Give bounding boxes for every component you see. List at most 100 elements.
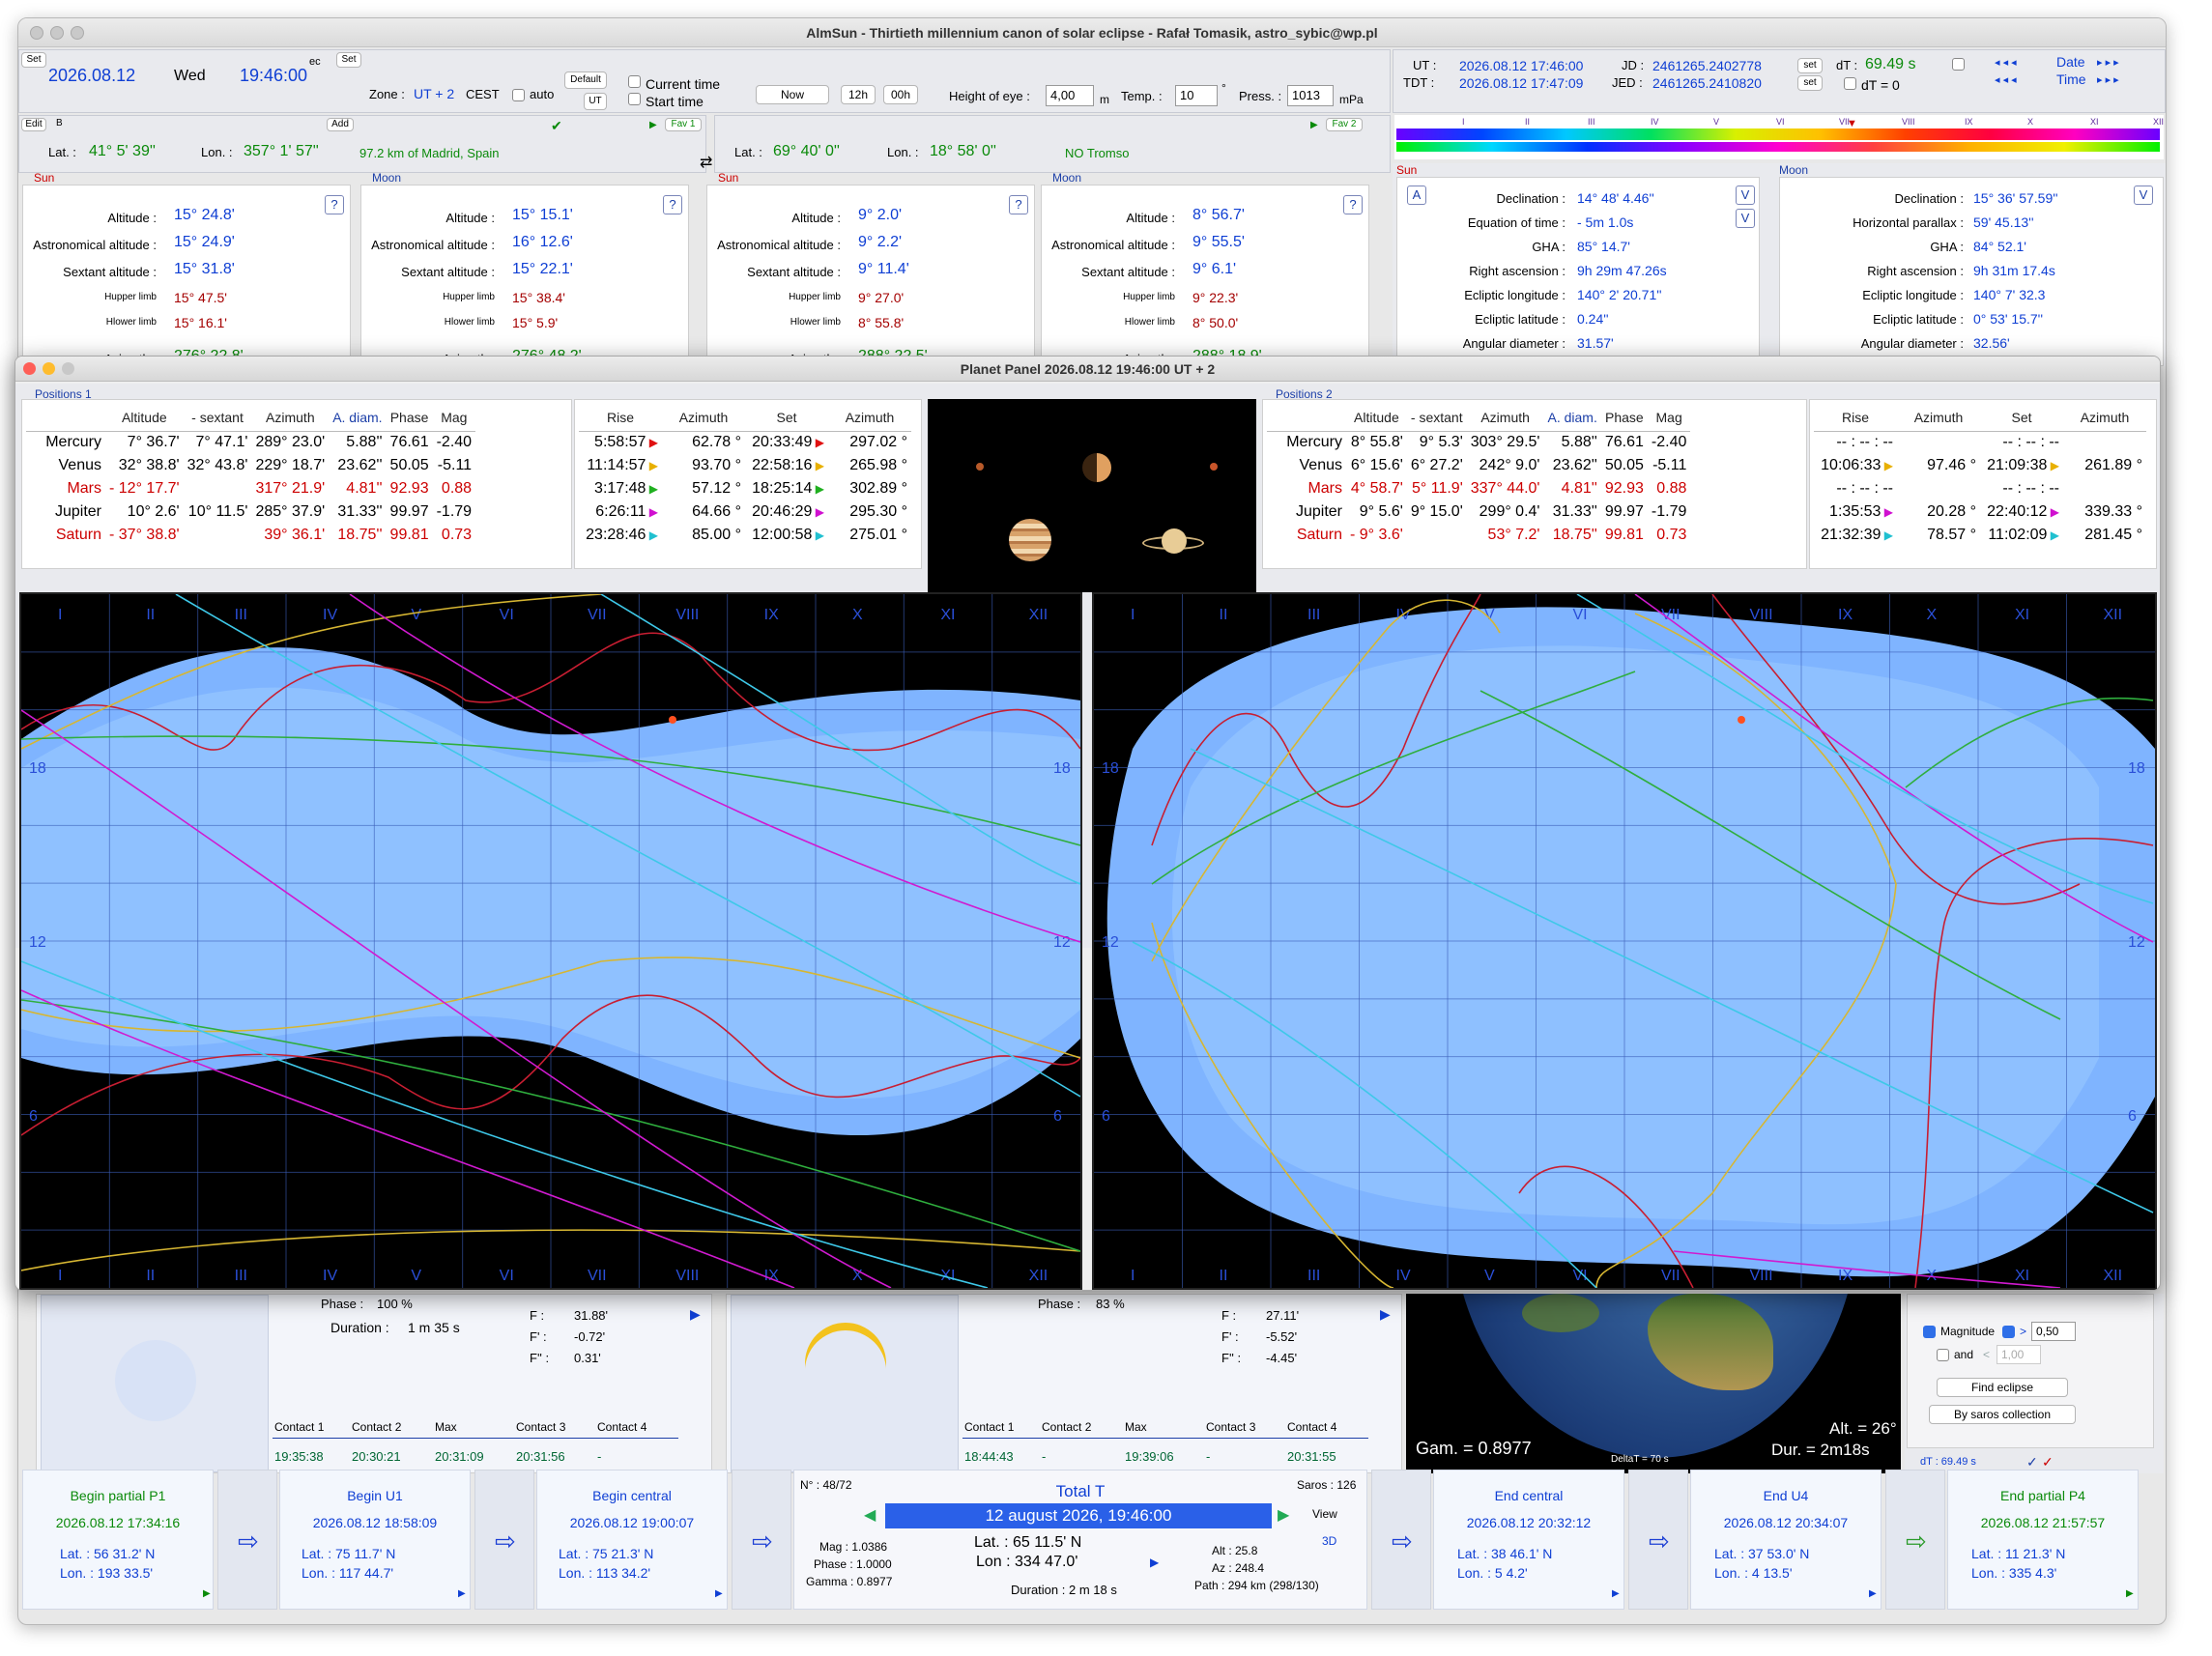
planet-plot-2[interactable]: I I II II III III IV IV V V VI VI VII VII VIII VIII IX IX… (1092, 592, 2157, 1290)
sun-a-button[interactable]: A (1407, 186, 1426, 205)
contact-time[interactable]: 19:35:38 (274, 1449, 324, 1464)
press-input[interactable]: 1013 (1287, 85, 1334, 106)
zoom-button[interactable] (71, 26, 84, 40)
go-arrow-icon[interactable]: ⇨ (752, 1527, 773, 1556)
go-arrow-icon[interactable]: ⇨ (1906, 1527, 1927, 1556)
contact-time[interactable]: 20:30:21 (352, 1449, 401, 1464)
rise-set-row[interactable]: 6:26:11 ▶ 64.66 ° 20:46:29 ▶ 295.30 ° (579, 500, 911, 524)
arrow-cell[interactable]: ⇨ (732, 1470, 791, 1610)
magnitude-checkbox[interactable] (1923, 1326, 1936, 1338)
planet-row[interactable]: Jupiter 10° 2.6' 10° 11.5' 285° 37.9' 31.33'… (26, 500, 475, 524)
globe-view[interactable]: Gam. = 0.8977 Alt. = 26° Dur. = 2m18s De… (1406, 1294, 1901, 1473)
sun-v-button-2[interactable]: V (1736, 209, 1755, 228)
and-input[interactable]: 1,00 (1997, 1345, 2041, 1364)
add-location-button[interactable]: Add (327, 118, 354, 131)
lon-value[interactable]: 357° 1' 57'' (244, 143, 319, 160)
next-icon-2[interactable]: ▶ (1380, 1306, 1391, 1323)
play-icon[interactable]: ▶ (458, 1588, 466, 1599)
contact-time[interactable]: - (1042, 1449, 1046, 1464)
planet-row[interactable]: Mercury 7° 36.7' 7° 47.1' 289° 23.0' 5.88'' 7… (26, 431, 475, 454)
arrow-cell[interactable]: ⇨ (474, 1470, 534, 1610)
window-controls[interactable] (30, 26, 84, 40)
lat-value[interactable]: 41° 5' 39'' (89, 143, 156, 160)
eclipse-date[interactable]: 12 august 2026, 19:46:00 (885, 1503, 1272, 1528)
00h-button[interactable]: 00h (883, 85, 918, 104)
go-arrow-icon[interactable]: ⇨ (1392, 1527, 1413, 1556)
contact-time[interactable]: 20:31:56 (516, 1449, 565, 1464)
lon-value-2[interactable]: 18° 58' 0'' (930, 143, 996, 160)
find-eclipse-button[interactable]: Find eclipse (1937, 1378, 2068, 1397)
rise-set-row[interactable]: 10:06:33 ▶ 97.46 ° 21:09:38 ▶ 261.89 ° (1814, 454, 2146, 477)
end-u4-cell[interactable]: End U4 2026.08.12 20:34:07 Lat. : 37 53.… (1690, 1470, 1882, 1610)
saros-collection-button[interactable]: By saros collection (1929, 1405, 2076, 1424)
begin-u1-cell[interactable]: Begin U1 2026.08.12 18:58:09 Lat. : 75 1… (279, 1470, 471, 1610)
play-icon[interactable]: ▶ (1150, 1556, 1159, 1569)
date-forward-arrows[interactable]: ▸ ▸ ▸ (2097, 56, 2119, 69)
3d-button[interactable]: 3D (1322, 1534, 1336, 1548)
zone-value[interactable]: UT + 2 (414, 86, 454, 101)
next-icon[interactable]: ▶ (690, 1306, 701, 1323)
now-button[interactable]: Now (756, 85, 829, 104)
arrow-cell[interactable]: ⇨ (1628, 1470, 1688, 1610)
set-jd-button[interactable]: set (1797, 58, 1823, 73)
minimize-button[interactable] (43, 362, 55, 375)
close-button[interactable] (30, 26, 43, 40)
ut-button[interactable]: UT (584, 93, 607, 110)
view-button[interactable]: View (1312, 1507, 1337, 1521)
fav2-button[interactable]: Fav 2 (1326, 118, 1363, 131)
help-button[interactable]: ? (1343, 195, 1363, 214)
go-arrow-icon[interactable]: ⇨ (1649, 1527, 1670, 1556)
end-partial-cell[interactable]: End partial P4 2026.08.12 21:57:57 Lat. … (1947, 1470, 2139, 1610)
play-icon-2[interactable]: ▶ (1310, 120, 1318, 130)
edit-location-button[interactable]: Edit (21, 118, 46, 131)
contact-time[interactable]: - (1206, 1449, 1210, 1464)
play-icon[interactable]: ▶ (649, 120, 657, 130)
start-time-checkbox[interactable] (628, 93, 641, 105)
play-icon[interactable]: ▶ (1869, 1588, 1877, 1599)
dt-zero-checkbox[interactable] (1844, 77, 1856, 90)
contact-time[interactable]: 19:39:06 (1125, 1449, 1174, 1464)
height-of-eye-input[interactable]: 4,00 (1046, 85, 1094, 106)
arrow-cell[interactable]: ⇨ (217, 1470, 277, 1610)
minimize-button[interactable] (50, 26, 64, 40)
go-arrow-icon[interactable]: ⇨ (495, 1527, 516, 1556)
auto-checkbox[interactable] (512, 89, 525, 101)
begin-central-cell[interactable]: Begin central 2026.08.12 19:00:07 Lat. :… (536, 1470, 728, 1610)
contact-time[interactable]: 20:31:09 (435, 1449, 484, 1464)
planet-row[interactable]: Jupiter 9° 5.6' 9° 15.0' 299° 0.4' 31.33'' 99… (1267, 500, 1690, 524)
close-button[interactable] (23, 362, 36, 375)
date-value[interactable]: 2026.08.12 (48, 66, 135, 86)
prev-arrow-icon[interactable]: ◀ (864, 1505, 876, 1525)
default-button[interactable]: Default (564, 71, 607, 89)
rise-set-row[interactable]: 23:28:46 ▶ 85.00 ° 12:00:58 ▶ 275.01 ° (579, 524, 911, 547)
end-central-cell[interactable]: End central 2026.08.12 20:32:12 Lat. : 3… (1433, 1470, 1624, 1610)
planet-row[interactable]: Mars - 12° 17.7' 317° 21.9' 4.81'' 92.93 0.88 (26, 477, 475, 500)
contact-time[interactable]: - (597, 1449, 601, 1464)
play-icon[interactable]: ▶ (203, 1588, 211, 1599)
temp-input[interactable]: 10 (1175, 85, 1218, 106)
rise-set-row[interactable]: 3:17:48 ▶ 57.12 ° 18:25:14 ▶ 302.89 ° (579, 477, 911, 500)
play-icon[interactable]: ▶ (2126, 1588, 2134, 1599)
arrow-cell[interactable]: ⇨ (1885, 1470, 1945, 1610)
time-value[interactable]: 19:46:00 (240, 66, 307, 86)
go-arrow-icon[interactable]: ⇨ (238, 1527, 259, 1556)
zoom-button[interactable] (62, 362, 74, 375)
begin-partial-cell[interactable]: Begin partial P1 2026.08.12 17:34:16 Lat… (22, 1470, 214, 1610)
date-back-arrows[interactable]: ◂ ◂ ◂ (1995, 56, 2017, 69)
planet-row[interactable]: Mars 4° 58.7' 5° 11.9' 337° 44.0' 4.81'' 92.9… (1267, 477, 1690, 500)
arrow-cell[interactable]: ⇨ (1371, 1470, 1431, 1610)
check-ok-icon[interactable]: ✓ (2026, 1454, 2038, 1470)
spectrum-bar[interactable]: I II III IV V VI VII VIII IX X XI XII ▼ (1394, 115, 2164, 159)
magnitude-gt-checkbox[interactable] (2002, 1326, 2015, 1338)
swap-icon[interactable]: ⇄ (700, 153, 712, 172)
current-time-checkbox[interactable] (628, 75, 641, 88)
dt-checkbox[interactable] (1952, 58, 1965, 71)
time-forward-arrows[interactable]: ▸ ▸ ▸ (2097, 73, 2119, 86)
contact-time[interactable]: 20:31:55 (1287, 1449, 1336, 1464)
next-arrow-icon[interactable]: ▶ (1278, 1505, 1289, 1525)
help-button[interactable]: ? (1009, 195, 1028, 214)
magnitude-input[interactable]: 0,50 (2031, 1322, 2076, 1341)
rise-set-row[interactable]: 1:35:53 ▶ 20.28 ° 22:40:12 ▶ 339.33 ° (1814, 500, 2146, 524)
lat-value-2[interactable]: 69° 40' 0'' (773, 143, 840, 160)
rise-set-row[interactable]: -- : -- : -- -- : -- : -- (1814, 477, 2146, 500)
